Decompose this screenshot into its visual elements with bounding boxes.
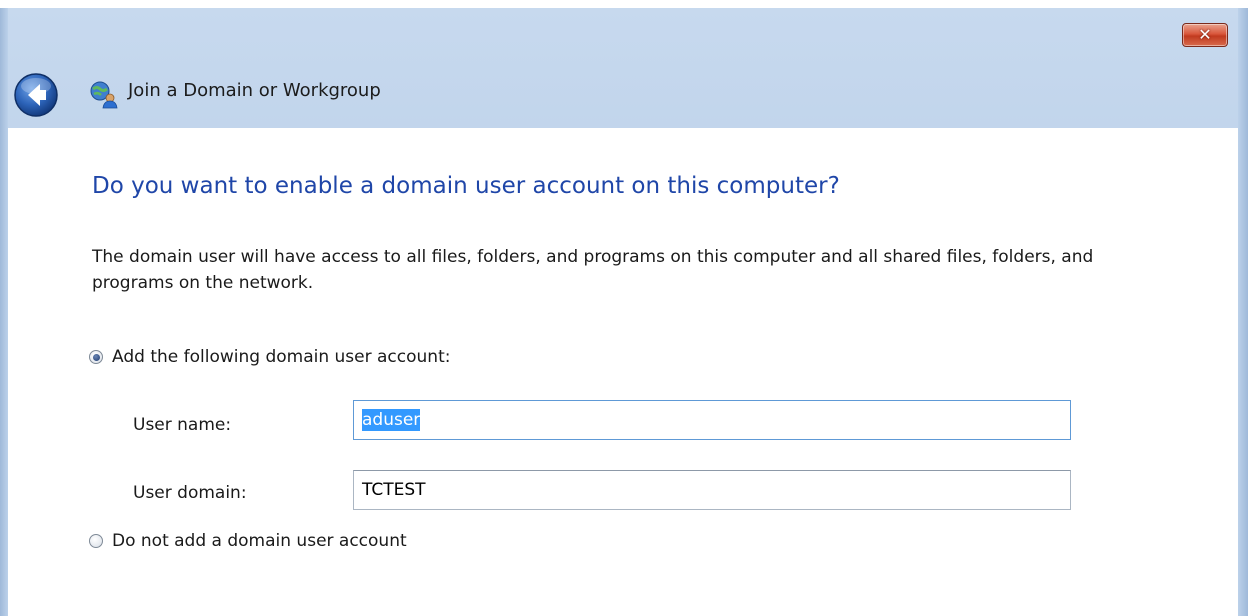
network-icon-container bbox=[88, 79, 118, 109]
add-account-radio[interactable] bbox=[89, 350, 103, 364]
user-name-value: aduser bbox=[362, 409, 421, 431]
radio-selected-dot bbox=[92, 353, 100, 361]
page-heading: Do you want to enable a domain user acco… bbox=[92, 173, 840, 199]
page-description: The domain user will have access to all … bbox=[92, 247, 1094, 293]
content-area: Do you want to enable a domain user acco… bbox=[8, 128, 1238, 616]
window-frame-left-edge bbox=[0, 8, 8, 616]
user-domain-value: TCTEST bbox=[362, 480, 426, 500]
add-account-option[interactable]: Add the following domain user account: bbox=[89, 347, 450, 367]
user-domain-input[interactable]: TCTEST bbox=[353, 470, 1071, 510]
close-button[interactable]: ✕ bbox=[1182, 23, 1228, 47]
back-button[interactable] bbox=[13, 72, 59, 118]
window-title: Join a Domain or Workgroup bbox=[128, 80, 381, 101]
add-account-label: Add the following domain user account: bbox=[112, 347, 451, 367]
window-frame-right-edge bbox=[1238, 8, 1248, 616]
background-window-strip bbox=[0, 0, 1248, 8]
screen: ✕ Join a Domain or Workgroup Do you want… bbox=[0, 0, 1248, 616]
do-not-add-label: Do not add a domain user account bbox=[112, 531, 407, 551]
network-icon bbox=[90, 81, 118, 109]
back-arrow-icon bbox=[14, 73, 58, 117]
do-not-add-option[interactable]: Do not add a domain user account bbox=[89, 531, 407, 551]
user-name-label: User name: bbox=[133, 415, 232, 435]
user-domain-label: User domain: bbox=[133, 483, 247, 503]
user-name-input[interactable]: aduser bbox=[353, 400, 1071, 440]
close-icon: ✕ bbox=[1198, 25, 1212, 44]
do-not-add-radio[interactable] bbox=[89, 534, 103, 548]
